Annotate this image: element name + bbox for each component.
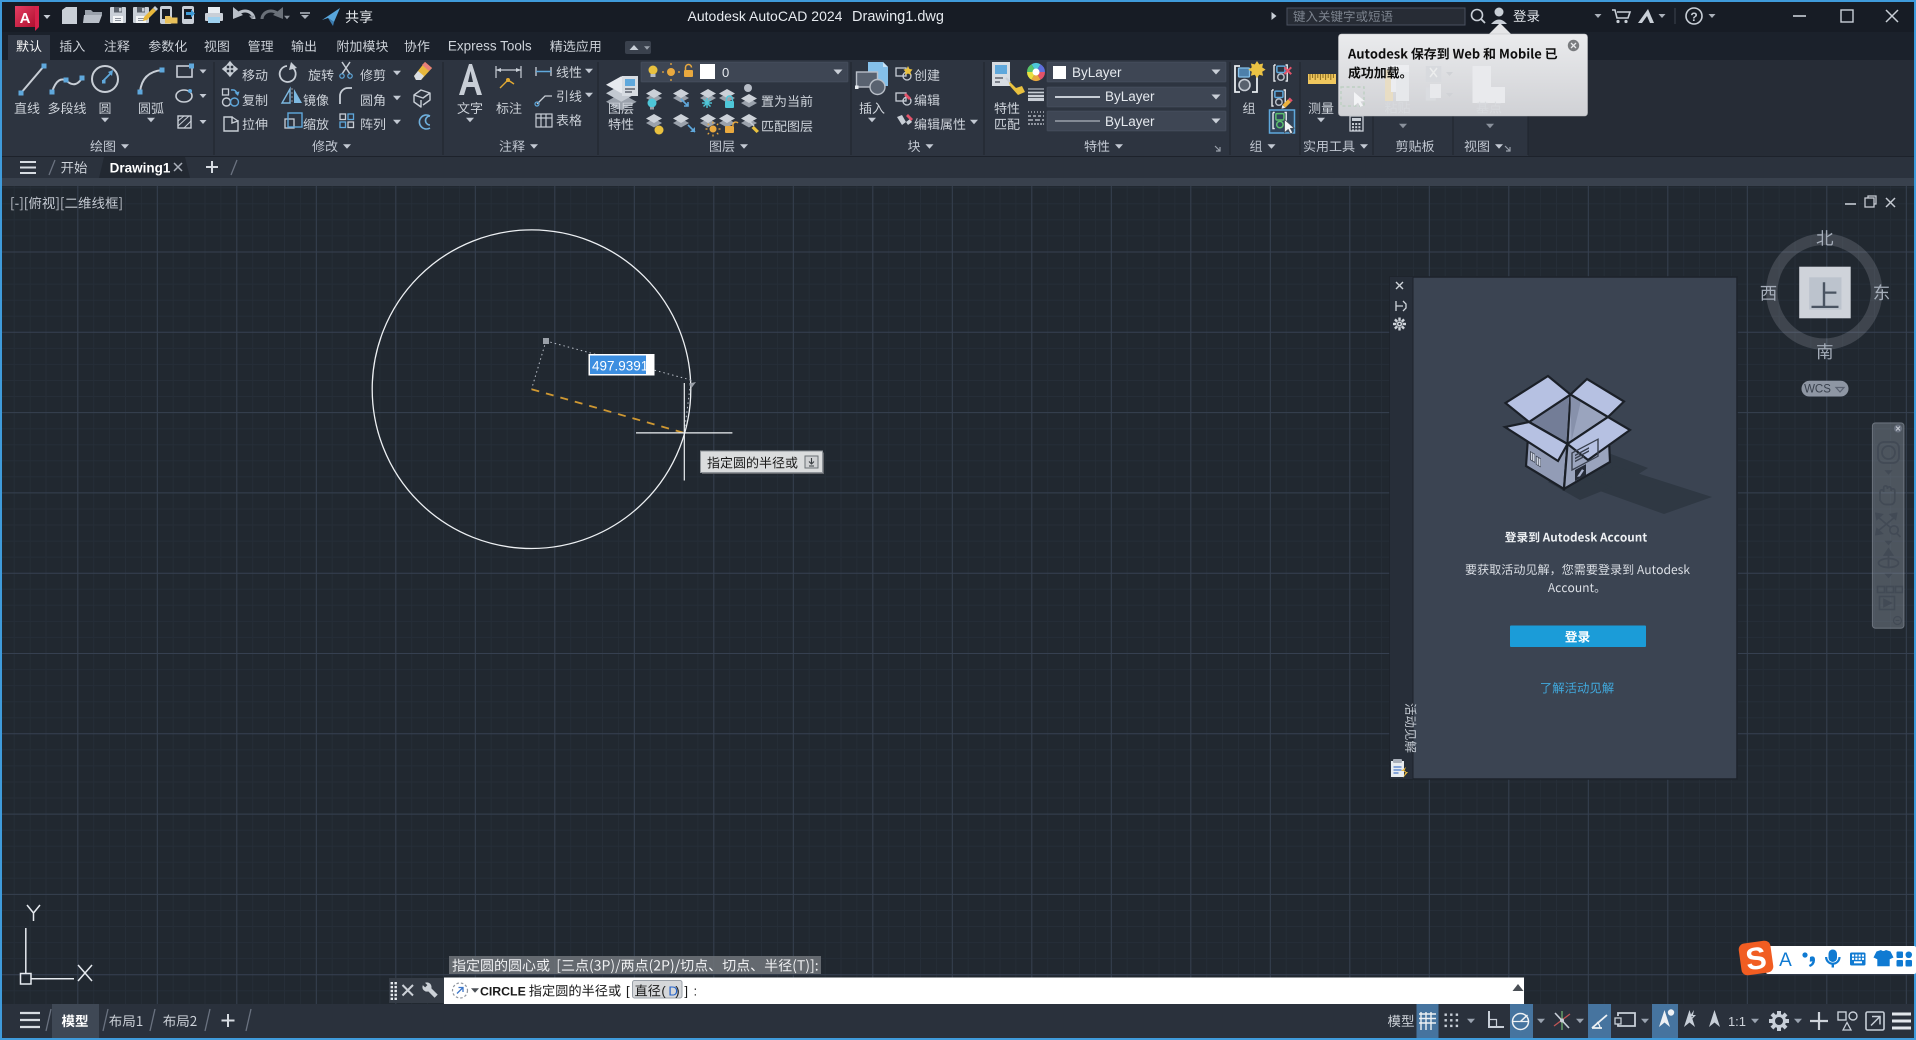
svg-text:ByLayer: ByLayer: [1105, 114, 1155, 129]
svg-text:0: 0: [722, 65, 729, 80]
svg-text:Autodesk AutoCAD 2024: Autodesk AutoCAD 2024: [688, 8, 843, 24]
svg-text:ByLayer: ByLayer: [1105, 89, 1155, 104]
svg-text:]: ]: [684, 984, 688, 999]
svg-text::: :: [694, 984, 698, 999]
svg-text:ByLayer: ByLayer: [1072, 65, 1122, 80]
svg-text:WCS: WCS: [1804, 384, 1831, 396]
svg-text:A: A: [20, 10, 31, 27]
svg-text:A: A: [1779, 950, 1792, 971]
svg-text:): ): [675, 984, 679, 999]
svg-text:Drawing1: Drawing1: [110, 161, 171, 176]
svg-text:497.9391: 497.9391: [592, 359, 648, 374]
svg-text:?: ?: [1690, 10, 1697, 24]
svg-text:(: (: [661, 984, 666, 999]
svg-text:CIRCLE: CIRCLE: [480, 985, 526, 999]
svg-text:Drawing1.dwg: Drawing1.dwg: [852, 9, 944, 25]
svg-text:1:1: 1:1: [1728, 1014, 1746, 1029]
svg-text:[: [: [626, 984, 630, 999]
svg-text:Express Tools: Express Tools: [448, 39, 532, 54]
